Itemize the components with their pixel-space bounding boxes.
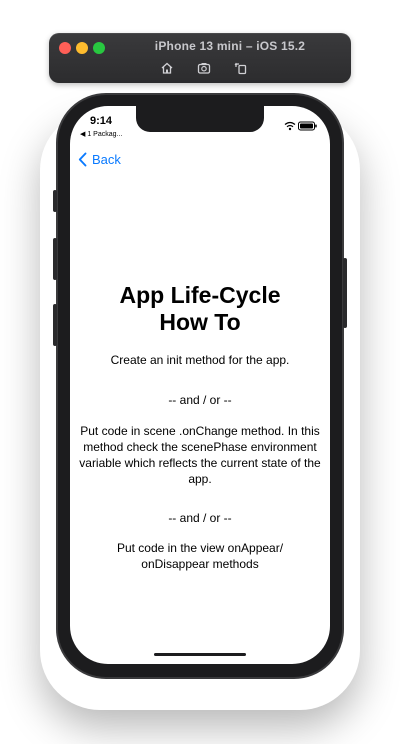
chevron-left-icon	[78, 152, 87, 166]
page-title: App Life-Cycle How To	[119, 282, 281, 335]
volume-up-button	[53, 238, 57, 280]
zoom-window-button[interactable]	[93, 42, 105, 54]
notch	[136, 106, 264, 132]
instruction-init: Create an init method for the app.	[110, 353, 290, 367]
status-back-to-app[interactable]: ◀ 1 Packag...	[80, 130, 122, 138]
screenshot-icon[interactable]	[197, 61, 213, 77]
volume-down-button	[53, 304, 57, 346]
instruction-onappear: Put code in the view onAppear/ onDisappe…	[116, 541, 284, 571]
rotate-icon[interactable]	[234, 61, 250, 77]
close-window-button[interactable]	[59, 42, 71, 54]
home-icon[interactable]	[160, 61, 176, 77]
mute-switch	[53, 190, 57, 212]
back-button[interactable]: Back	[78, 150, 121, 168]
simulator-title: iPhone 13 mini – iOS 15.2	[154, 39, 306, 53]
separator-and-or-1: -- and / or --	[168, 393, 232, 407]
simulator-toolbar: iPhone 13 mini – iOS 15.2	[49, 33, 351, 83]
status-time: 9:14	[90, 115, 113, 127]
wifi-icon	[284, 121, 296, 131]
instruction-onchange: Put code in scene .onChange method. In t…	[79, 424, 321, 486]
back-button-label: Back	[92, 151, 121, 167]
separator-and-or-2: -- and / or --	[168, 511, 232, 525]
home-indicator[interactable]	[154, 653, 246, 656]
battery-icon	[298, 121, 317, 131]
status-icons	[284, 118, 318, 131]
side-button	[343, 258, 347, 328]
phone-screen: 9:14 ◀ 1 Packag... Back App Life-Cycle H…	[70, 106, 330, 664]
minimize-window-button[interactable]	[76, 42, 88, 54]
